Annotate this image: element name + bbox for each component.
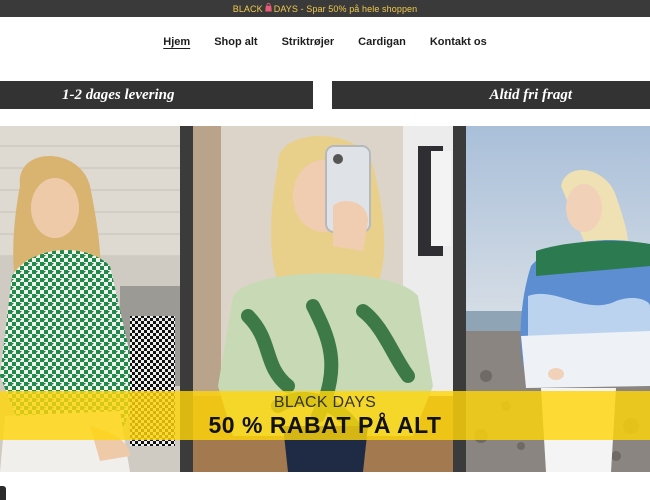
free-shipping-banner: Altid fri fragt bbox=[332, 81, 650, 109]
black-days-promo-overlay[interactable]: BLACK DAYS 50 % RABAT PÅ ALT bbox=[0, 391, 650, 440]
promo-discount-text: 50 % RABAT PÅ ALT bbox=[208, 411, 442, 438]
chat-widget-tab[interactable] bbox=[0, 486, 6, 500]
nav-item-kontakt-os[interactable]: Kontakt os bbox=[418, 36, 499, 48]
delivery-banner: 1-2 dages levering bbox=[0, 81, 313, 109]
nav-item-striktrojer[interactable]: Striktrøjer bbox=[270, 36, 347, 48]
announcement-text: DAYS - Spar 50% på hele shoppen bbox=[273, 3, 418, 14]
delivery-banner-text: 1-2 dages levering bbox=[62, 86, 175, 103]
announcement-bar: BLACK DAYS - Spar 50% på hele shoppen bbox=[0, 0, 650, 17]
nav-item-cardigan[interactable]: Cardigan bbox=[346, 36, 418, 48]
promo-heading: BLACK DAYS bbox=[273, 393, 377, 411]
nav-item-hjem[interactable]: Hjem bbox=[151, 36, 202, 48]
free-shipping-banner-text: Altid fri fragt bbox=[489, 86, 572, 103]
hero-image-strip[interactable]: BLACK DAYS 50 % RABAT PÅ ALT bbox=[0, 126, 650, 472]
nav-item-shop-alt[interactable]: Shop alt bbox=[202, 36, 269, 48]
shopping-bag-icon bbox=[264, 3, 273, 14]
main-nav: Hjem Shop alt Striktrøjer Cardigan Konta… bbox=[0, 17, 650, 67]
announcement-prefix: BLACK bbox=[232, 3, 263, 14]
